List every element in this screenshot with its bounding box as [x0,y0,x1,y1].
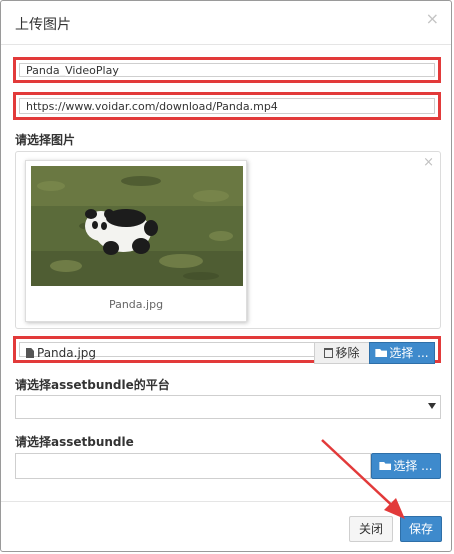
thumbnail-caption: Panda.jpg [108,298,164,311]
close-button[interactable]: 关闭 [349,516,393,542]
name-input[interactable] [19,63,435,77]
remove-label: 移除 [335,346,360,360]
choose-assetbundle-label: 选择 ... [393,459,433,473]
close-icon[interactable]: × [426,11,439,27]
file-icon [26,348,34,358]
footer-divider [1,501,451,502]
file-row-highlight: Panda.jpg 移除 选择 ... [13,336,441,364]
trash-icon [324,348,334,358]
folder-open-icon [375,349,388,357]
url-field-highlight [13,92,441,120]
dialog-title: 上传图片 [15,17,71,33]
assetbundle-file-field[interactable] [15,453,371,479]
choose-image-label: 选择 ... [389,346,429,360]
choose-image-button[interactable]: 选择 ... [369,342,435,364]
selected-file-name: Panda.jpg [37,346,97,360]
selected-file: Panda.jpg [26,344,96,362]
panda-thumbnail-image [31,166,243,286]
save-button[interactable]: 保存 [400,516,442,542]
assetbundle-label: 请选择assetbundle [15,435,134,449]
file-input-group: Panda.jpg 移除 选择 ... [19,342,435,364]
chevron-down-icon [428,403,436,409]
remove-button[interactable]: 移除 [314,342,370,364]
name-field-highlight [13,57,441,83]
folder-open-icon [379,462,392,470]
image-label: 请选择图片 [15,133,76,147]
dialog-header: 上传图片 × [1,1,451,45]
platform-select[interactable] [15,395,441,419]
choose-assetbundle-button[interactable]: 选择 ... [371,453,441,479]
url-input[interactable] [19,98,435,114]
image-preview-panel: × Panda.jpg [15,151,441,329]
thumbnail-card: Panda.jpg [25,160,247,322]
upload-image-dialog: 上传图片 × 请选择图片 × [0,0,452,552]
preview-close-icon[interactable]: × [423,156,434,169]
platform-label: 请选择assetbundle的平台 [15,378,170,392]
